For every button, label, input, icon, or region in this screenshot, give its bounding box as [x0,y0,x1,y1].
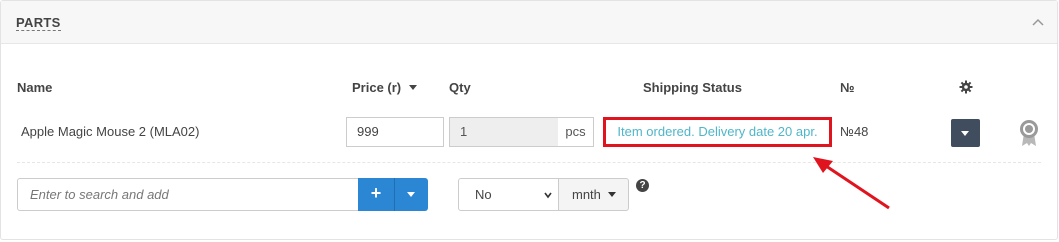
header-name: Name [17,80,53,95]
search-add-input[interactable]: Enter to search and add [17,178,359,211]
chevron-down-icon [544,192,552,199]
price-input[interactable]: 999 [346,117,444,147]
header-number: № [840,80,855,95]
gear-icon[interactable] [959,80,973,94]
question-icon[interactable]: ? [636,179,649,192]
panel-header: PARTS [1,1,1057,44]
award-icon[interactable] [1019,119,1039,147]
caret-down-icon [961,131,969,136]
warranty-select[interactable]: No [458,178,559,211]
part-number: №48 [840,124,869,139]
header-shipping-status: Shipping Status [643,80,742,95]
add-options-button[interactable] [395,178,428,211]
add-part-button[interactable]: + [358,178,395,211]
caret-down-icon [407,192,415,197]
qty-unit-addon: pcs [558,117,594,147]
header-price-label: Price (r) [352,80,402,95]
warranty-select-value: No [475,187,492,202]
header-qty: Qty [449,80,471,95]
arrow-annotation [813,157,890,210]
period-label: mnth [572,187,601,202]
panel-title[interactable]: PARTS [16,15,61,31]
sort-caret-icon [408,85,417,90]
part-name: Apple Magic Mouse 2 (MLA02) [21,124,200,139]
caret-down-icon [607,192,616,197]
parts-panel: PARTS Name Price (r) Qty Shipping Status… [0,0,1058,240]
header-price[interactable]: Price (r) [352,80,417,95]
period-dropdown[interactable]: mnth [559,178,629,211]
shipping-status-link[interactable]: Item ordered. Delivery date 20 apr. [603,117,832,147]
chevron-up-icon[interactable] [1031,15,1045,29]
qty-input: 1 [449,117,559,147]
row-actions-button[interactable] [951,119,980,147]
